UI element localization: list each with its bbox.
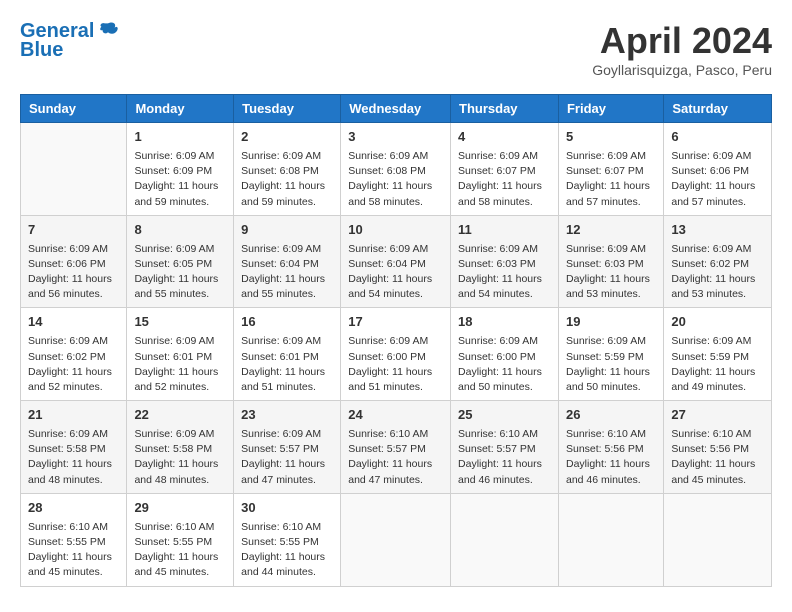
day-number: 10: [348, 221, 443, 240]
day-number: 15: [134, 313, 226, 332]
day-number: 12: [566, 221, 656, 240]
day-cell: 29Sunrise: 6:10 AMSunset: 5:55 PMDayligh…: [127, 493, 234, 586]
day-number: 9: [241, 221, 333, 240]
day-number: 23: [241, 406, 333, 425]
day-cell: 21Sunrise: 6:09 AMSunset: 5:58 PMDayligh…: [21, 401, 127, 494]
header-thursday: Thursday: [451, 95, 559, 123]
logo: General Blue: [20, 20, 119, 62]
day-number: 30: [241, 499, 333, 518]
day-number: 26: [566, 406, 656, 425]
week-row-1: 1Sunrise: 6:09 AMSunset: 6:09 PMDaylight…: [21, 123, 772, 216]
day-number: 4: [458, 128, 551, 147]
day-number: 28: [28, 499, 119, 518]
day-cell: [664, 493, 772, 586]
location: Goyllarisquizga, Pasco, Peru: [592, 62, 772, 78]
day-cell: 7Sunrise: 6:09 AMSunset: 6:06 PMDaylight…: [21, 215, 127, 308]
day-cell: 22Sunrise: 6:09 AMSunset: 5:58 PMDayligh…: [127, 401, 234, 494]
day-cell: 4Sunrise: 6:09 AMSunset: 6:07 PMDaylight…: [451, 123, 559, 216]
day-cell: 30Sunrise: 6:10 AMSunset: 5:55 PMDayligh…: [234, 493, 341, 586]
day-number: 17: [348, 313, 443, 332]
day-cell: 25Sunrise: 6:10 AMSunset: 5:57 PMDayligh…: [451, 401, 559, 494]
day-number: 11: [458, 221, 551, 240]
day-cell: 15Sunrise: 6:09 AMSunset: 6:01 PMDayligh…: [127, 308, 234, 401]
header-friday: Friday: [558, 95, 663, 123]
week-row-4: 21Sunrise: 6:09 AMSunset: 5:58 PMDayligh…: [21, 401, 772, 494]
header-saturday: Saturday: [664, 95, 772, 123]
day-number: 16: [241, 313, 333, 332]
day-number: 18: [458, 313, 551, 332]
day-number: 5: [566, 128, 656, 147]
month-title: April 2024: [592, 20, 772, 62]
day-number: 6: [671, 128, 764, 147]
header-tuesday: Tuesday: [234, 95, 341, 123]
day-number: 22: [134, 406, 226, 425]
day-number: 25: [458, 406, 551, 425]
day-cell: 14Sunrise: 6:09 AMSunset: 6:02 PMDayligh…: [21, 308, 127, 401]
day-cell: 23Sunrise: 6:09 AMSunset: 5:57 PMDayligh…: [234, 401, 341, 494]
day-cell: 2Sunrise: 6:09 AMSunset: 6:08 PMDaylight…: [234, 123, 341, 216]
day-cell: 11Sunrise: 6:09 AMSunset: 6:03 PMDayligh…: [451, 215, 559, 308]
day-cell: 18Sunrise: 6:09 AMSunset: 6:00 PMDayligh…: [451, 308, 559, 401]
header-sunday: Sunday: [21, 95, 127, 123]
day-number: 8: [134, 221, 226, 240]
header-monday: Monday: [127, 95, 234, 123]
logo-bird-icon: [97, 19, 119, 41]
day-cell: 8Sunrise: 6:09 AMSunset: 6:05 PMDaylight…: [127, 215, 234, 308]
day-number: 7: [28, 221, 119, 240]
day-cell: [451, 493, 559, 586]
day-cell: 17Sunrise: 6:09 AMSunset: 6:00 PMDayligh…: [341, 308, 451, 401]
week-row-3: 14Sunrise: 6:09 AMSunset: 6:02 PMDayligh…: [21, 308, 772, 401]
header-wednesday: Wednesday: [341, 95, 451, 123]
day-cell: 13Sunrise: 6:09 AMSunset: 6:02 PMDayligh…: [664, 215, 772, 308]
header-row: SundayMondayTuesdayWednesdayThursdayFrid…: [21, 95, 772, 123]
day-cell: 10Sunrise: 6:09 AMSunset: 6:04 PMDayligh…: [341, 215, 451, 308]
day-cell: 26Sunrise: 6:10 AMSunset: 5:56 PMDayligh…: [558, 401, 663, 494]
day-number: 3: [348, 128, 443, 147]
day-number: 19: [566, 313, 656, 332]
day-number: 29: [134, 499, 226, 518]
day-cell: 3Sunrise: 6:09 AMSunset: 6:08 PMDaylight…: [341, 123, 451, 216]
day-cell: [558, 493, 663, 586]
day-cell: 27Sunrise: 6:10 AMSunset: 5:56 PMDayligh…: [664, 401, 772, 494]
day-number: 1: [134, 128, 226, 147]
day-number: 13: [671, 221, 764, 240]
day-number: 20: [671, 313, 764, 332]
day-cell: 6Sunrise: 6:09 AMSunset: 6:06 PMDaylight…: [664, 123, 772, 216]
day-cell: 9Sunrise: 6:09 AMSunset: 6:04 PMDaylight…: [234, 215, 341, 308]
day-number: 27: [671, 406, 764, 425]
day-number: 21: [28, 406, 119, 425]
day-number: 24: [348, 406, 443, 425]
day-number: 14: [28, 313, 119, 332]
day-cell: 5Sunrise: 6:09 AMSunset: 6:07 PMDaylight…: [558, 123, 663, 216]
day-cell: 1Sunrise: 6:09 AMSunset: 6:09 PMDaylight…: [127, 123, 234, 216]
day-cell: 28Sunrise: 6:10 AMSunset: 5:55 PMDayligh…: [21, 493, 127, 586]
title-area: April 2024 Goyllarisquizga, Pasco, Peru: [592, 20, 772, 78]
day-cell: 24Sunrise: 6:10 AMSunset: 5:57 PMDayligh…: [341, 401, 451, 494]
day-cell: 12Sunrise: 6:09 AMSunset: 6:03 PMDayligh…: [558, 215, 663, 308]
week-row-5: 28Sunrise: 6:10 AMSunset: 5:55 PMDayligh…: [21, 493, 772, 586]
day-cell: [341, 493, 451, 586]
day-cell: 19Sunrise: 6:09 AMSunset: 5:59 PMDayligh…: [558, 308, 663, 401]
day-cell: 20Sunrise: 6:09 AMSunset: 5:59 PMDayligh…: [664, 308, 772, 401]
day-cell: [21, 123, 127, 216]
day-cell: 16Sunrise: 6:09 AMSunset: 6:01 PMDayligh…: [234, 308, 341, 401]
week-row-2: 7Sunrise: 6:09 AMSunset: 6:06 PMDaylight…: [21, 215, 772, 308]
calendar-table: SundayMondayTuesdayWednesdayThursdayFrid…: [20, 94, 772, 587]
day-number: 2: [241, 128, 333, 147]
page-header: General Blue April 2024 Goyllarisquizga,…: [20, 20, 772, 78]
